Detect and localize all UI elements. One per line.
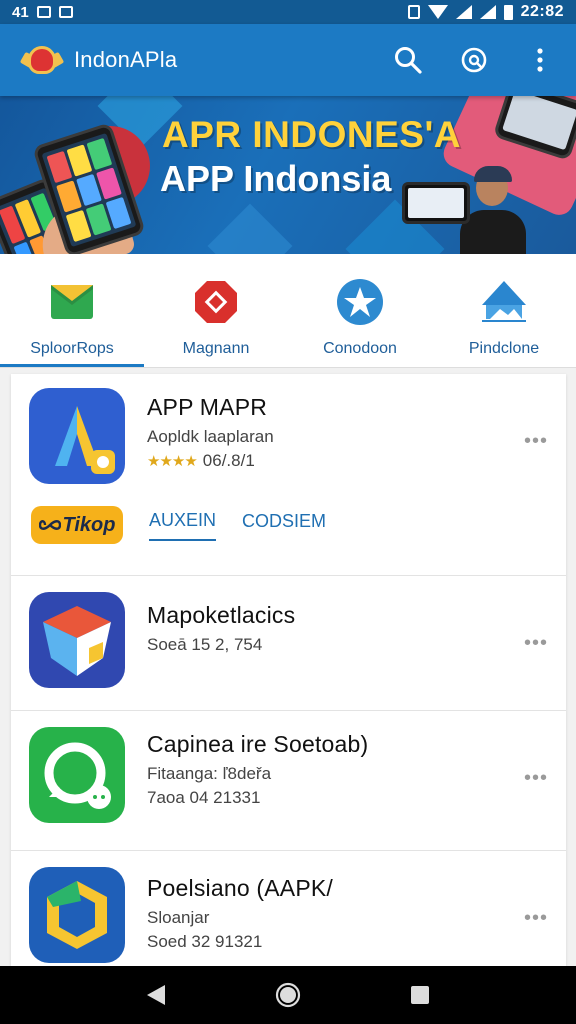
wifi-icon [427, 5, 448, 19]
list-item[interactable]: Poelsiano (AAPK/ Sloanjar Soed 32 91321 … [11, 851, 566, 966]
more-options-icon[interactable]: ••• [524, 767, 548, 790]
category-tab-1[interactable]: SploorRops [0, 254, 144, 367]
category-label: Conodoon [323, 340, 397, 357]
list-item[interactable]: Mapoketlacics Soeā 15 2, 7̈54 ••• [11, 576, 566, 711]
signal-2-icon [479, 5, 496, 19]
battery-icon [503, 4, 513, 20]
category-tab-3[interactable]: Conodoon [288, 254, 432, 367]
app-a-icon [29, 388, 125, 484]
category-label: Magnann [182, 340, 250, 357]
app-title: IndonAPla [74, 47, 178, 72]
navigation-bar [0, 966, 576, 1024]
category-tabs: SploorRops Magnann Conodoon Pindclone [0, 254, 576, 368]
app-subtitle: Soeā 15 2, 7̈54 [147, 635, 263, 654]
search-button[interactable] [388, 40, 428, 80]
home-button[interactable] [266, 973, 310, 1017]
list-item[interactable]: Capinea ire Soetoab) Fitaanga: ľ8deřa 7a… [11, 711, 566, 851]
app-list: APP MAPR Aopldk laaplaran ★★★★ 06/.8/1 •… [11, 374, 566, 966]
signal-icon [455, 5, 472, 19]
mail-icon [46, 276, 98, 328]
more-vert-icon [537, 48, 543, 72]
octagon-icon [190, 276, 242, 328]
category-tab-4[interactable]: Pindclone [432, 254, 576, 367]
chat-icon [29, 727, 125, 823]
search-icon [395, 47, 422, 74]
tikop-badge[interactable]: Tikop [31, 506, 123, 544]
status-left-text: 41 [12, 3, 29, 21]
tablet-illustration [402, 182, 470, 224]
category-tab-2[interactable]: Magnann [144, 254, 288, 367]
app-bar: IndonAPla [0, 24, 576, 96]
notification-icon [36, 6, 51, 18]
home-icon [275, 982, 301, 1008]
recents-button[interactable] [398, 973, 442, 1017]
app-meta: Soed 32 91321 [147, 932, 263, 951]
back-button[interactable] [134, 973, 178, 1017]
app-title: Capinea ire Soetoab) [147, 731, 369, 757]
app-title: Poelsiano (AAPK/ [147, 875, 334, 901]
banner-subheadline: APP Indonsia [160, 158, 392, 199]
star-icon [334, 276, 386, 328]
status-time: 22:82 [520, 3, 564, 20]
tikop-label: Tikop [62, 513, 116, 536]
more-options-icon[interactable]: ••• [524, 430, 548, 453]
category-label: Pindclone [468, 340, 540, 357]
explore-button[interactable] [454, 40, 494, 80]
infinity-icon [38, 520, 61, 530]
recents-icon [411, 986, 429, 1004]
app-meta: 06/.8/1 [202, 451, 255, 470]
app-subtitle: Aopldk laaplaran [147, 427, 274, 446]
category-label: SploorRops [30, 340, 114, 357]
more-options-icon[interactable]: ••• [524, 632, 548, 655]
auxein-tab[interactable]: AUXEIN [149, 510, 217, 541]
more-options-icon[interactable]: ••• [524, 907, 548, 930]
app-title: Mapoketlacics [147, 602, 296, 628]
image-notification-icon [58, 6, 73, 18]
codsiem-tab[interactable]: CODSIEM [242, 511, 326, 540]
hexagon-icon [29, 867, 125, 963]
promo-banner[interactable]: APR INDONES'A APP Indonsia [0, 96, 576, 254]
app-meta: 7aoa 04 21331 [147, 788, 261, 807]
explore-icon [461, 47, 487, 73]
status-bar: 41 22:82 [0, 0, 576, 24]
back-icon [147, 985, 165, 1005]
cube-icon [29, 592, 125, 688]
app-title: APP MAPR [147, 394, 268, 420]
list-item[interactable]: APP MAPR Aopldk laaplaran ★★★★ 06/.8/1 •… [11, 374, 566, 576]
app-logo [19, 40, 65, 80]
rating-stars: ★★★★ [147, 453, 198, 470]
nfc-icon [407, 5, 420, 19]
photo-icon [478, 276, 530, 328]
app-subtitle: Sloanjar [147, 908, 210, 927]
banner-headline: APR INDONES'A [162, 114, 461, 155]
more-options-button[interactable] [520, 40, 560, 80]
app-subtitle: Fitaanga: ľ8deřa [147, 764, 272, 783]
